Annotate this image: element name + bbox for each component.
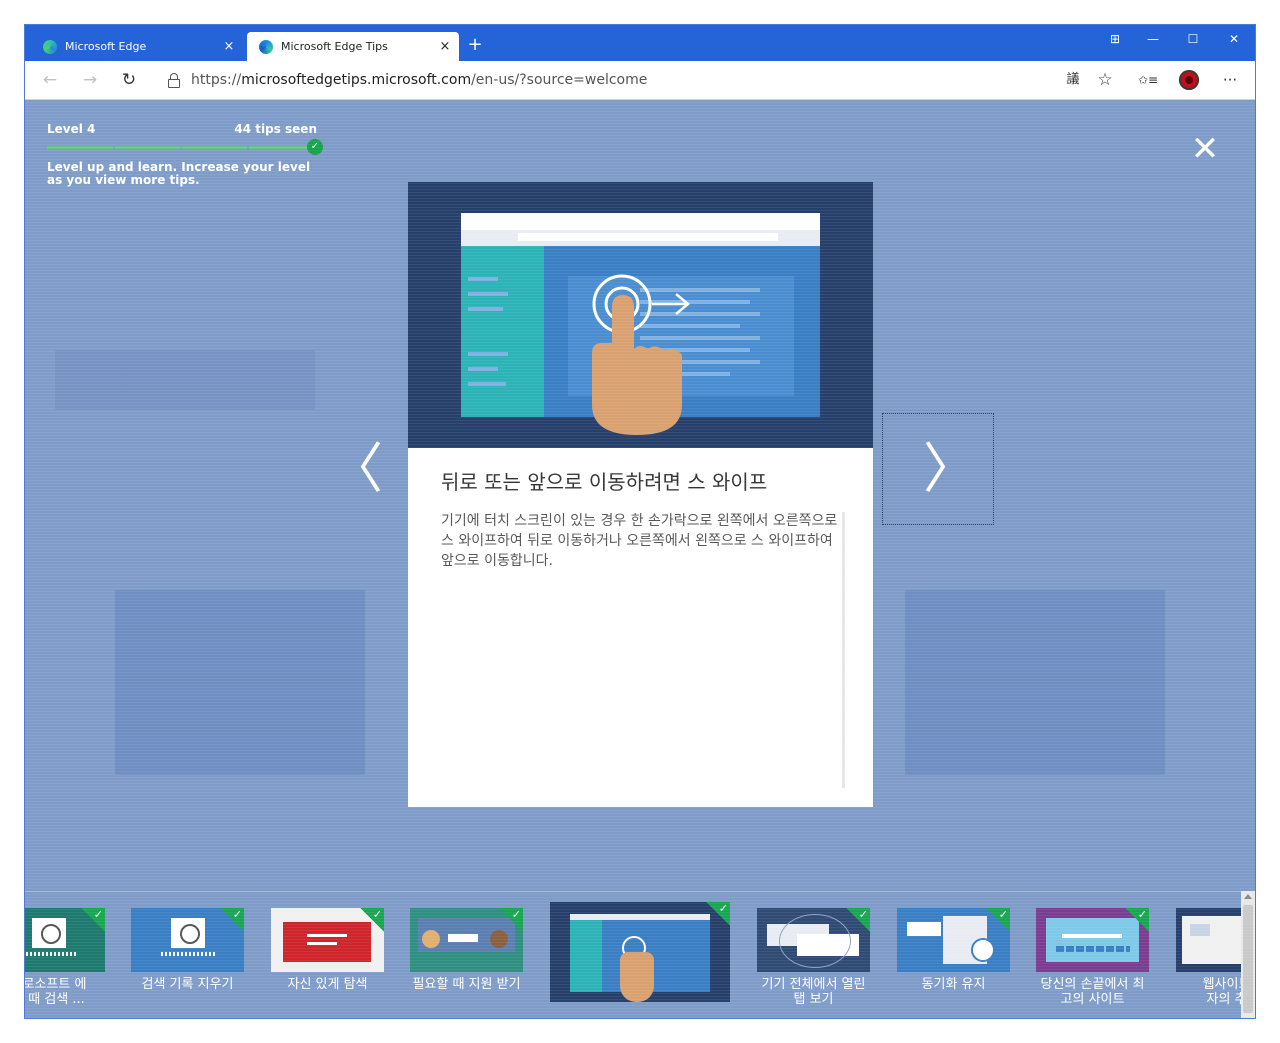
history-icon: ✓ bbox=[25, 908, 105, 972]
thumbnail-label: 기기 전체에서 열린 탭 보기 bbox=[761, 977, 866, 1007]
warning-page-icon: ✓ bbox=[271, 908, 384, 972]
thumbnail-label: 크로소프트 에 을 때 검색 ... bbox=[25, 977, 87, 1007]
scroll-up-icon[interactable] bbox=[1244, 894, 1252, 899]
thumbnail-label: 동기화 유지 bbox=[921, 977, 986, 992]
support-people-icon: ✓ bbox=[410, 908, 523, 972]
tip-title: 뒤로 또는 앞으로 이동하려면 스 와이프 bbox=[441, 470, 768, 494]
close-tips-button[interactable]: ✕ bbox=[1187, 132, 1223, 168]
thumbnail-search-edge[interactable]: ✓ 크로소프트 에 을 때 검색 ... bbox=[25, 908, 105, 1007]
edge-logo-icon bbox=[43, 39, 57, 54]
background-blur-block bbox=[55, 350, 315, 410]
thumbnail-get-support[interactable]: ✓ 필요할 때 지원 받기 bbox=[410, 908, 523, 992]
thumbnail-browse-confidently[interactable]: ✓ 자신 있게 탐색 bbox=[271, 908, 384, 992]
tab-microsoft-edge[interactable]: Microsoft Edge × bbox=[31, 32, 243, 61]
tips-seen-count: 44 tips seen bbox=[234, 122, 317, 136]
tip-card-body: 뒤로 또는 앞으로 이동하려면 스 와이프 기기에 터치 스크린이 있는 경우 … bbox=[408, 448, 873, 807]
read-aloud-icon[interactable]: 議 bbox=[1060, 69, 1086, 91]
back-button[interactable]: ← bbox=[38, 69, 62, 91]
thumbnail-label: 당신의 손끝에서 최 고의 사이트 bbox=[1040, 977, 1145, 1007]
thumbnail-stay-synced[interactable]: ✓ 동기화 유지 bbox=[897, 908, 1010, 992]
tab-actions-icon[interactable]: ⊞ bbox=[1095, 29, 1135, 49]
tip-description: 기기에 터치 스크린이 있는 경우 한 손가락으로 왼쪽에서 오른쪽으로 스 와… bbox=[441, 513, 838, 569]
refresh-button[interactable]: ↻ bbox=[117, 69, 141, 91]
close-tab-icon[interactable]: × bbox=[219, 39, 239, 54]
thumbnail-label: 자신 있게 탐색 bbox=[287, 977, 368, 992]
address-bar: ← → ↻ https://microsoftedgetips.microsof… bbox=[25, 61, 1255, 100]
tip-card: ✓ 뒤로 또는 앞으로 이동하려면 스 와이프 기기에 터치 스크린이 있는 경… bbox=[408, 182, 873, 807]
close-window-button[interactable]: ✕ bbox=[1214, 29, 1254, 49]
tab-title: Microsoft Edge Tips bbox=[281, 40, 388, 53]
check-icon: ✓ bbox=[307, 139, 323, 155]
title-bar: Microsoft Edge × Microsoft Edge Tips × +… bbox=[25, 25, 1255, 61]
thumbnail-clear-history[interactable]: ✓ 검색 기록 지우기 bbox=[131, 908, 244, 992]
url-domain: microsoftedgetips.microsoft.com bbox=[241, 72, 472, 88]
devices-tabs-icon: ✓ bbox=[757, 908, 870, 972]
level-progress-bar: ✓ bbox=[47, 139, 323, 155]
url-path: /en-us/?source=welcome bbox=[471, 72, 648, 88]
level-progress-panel: Level 4 44 tips seen ✓ Level up and lear… bbox=[47, 122, 323, 187]
favorites-list-icon[interactable]: ✩≡ bbox=[1135, 69, 1161, 91]
profile-avatar-icon[interactable] bbox=[1179, 70, 1199, 90]
tab-title: Microsoft Edge bbox=[65, 40, 147, 53]
thumbnail-open-tabs-devices[interactable]: ✓ 기기 전체에서 열린 탭 보기 bbox=[757, 908, 870, 1007]
close-tab-icon[interactable]: × bbox=[435, 39, 455, 54]
thumbnail-top-sites[interactable]: ✓ 당신의 손끝에서 최 고의 사이트 bbox=[1036, 908, 1149, 1007]
previous-tip-button[interactable]: 〈 bbox=[329, 442, 383, 496]
new-tab-button[interactable]: + bbox=[463, 34, 487, 55]
browser-window: Microsoft Edge × Microsoft Edge Tips × +… bbox=[25, 25, 1255, 1018]
tip-illustration bbox=[408, 182, 873, 448]
level-label: Level 4 bbox=[47, 122, 96, 136]
sync-icon: ✓ bbox=[897, 908, 1010, 972]
lock-icon bbox=[167, 73, 181, 88]
tip-scrollbar[interactable] bbox=[842, 512, 845, 788]
maximize-button[interactable]: ☐ bbox=[1173, 29, 1213, 49]
url-scheme: https:// bbox=[191, 72, 242, 88]
next-tip-button[interactable]: 〉 bbox=[923, 442, 977, 496]
background-blur-block bbox=[905, 590, 1165, 775]
scrollbar-thumb[interactable] bbox=[1243, 905, 1253, 1013]
url-field[interactable]: https://microsoftedgetips.microsoft.com /… bbox=[155, 66, 1055, 94]
more-menu-icon[interactable]: ··· bbox=[1217, 69, 1243, 91]
edge-logo-icon bbox=[259, 39, 273, 54]
thumbnail-swipe-navigation-selected[interactable]: ✓ bbox=[550, 902, 730, 1007]
level-description: Level up and learn. Increase your level … bbox=[47, 160, 311, 187]
thumbnail-label: 검색 기록 지우기 bbox=[141, 977, 234, 992]
tips-overlay: Level 4 44 tips seen ✓ Level up and lear… bbox=[25, 100, 1255, 1018]
vertical-scrollbar[interactable] bbox=[1241, 891, 1255, 1018]
minimize-button[interactable]: — bbox=[1133, 29, 1173, 49]
tab-microsoft-edge-tips[interactable]: Microsoft Edge Tips × bbox=[247, 32, 459, 61]
favorite-star-icon[interactable]: ☆ bbox=[1092, 69, 1118, 91]
swipe-illustration-icon bbox=[461, 213, 820, 435]
thumbnail-label: 필요할 때 지원 받기 bbox=[412, 977, 521, 992]
forward-button[interactable]: → bbox=[78, 69, 102, 91]
history-icon: ✓ bbox=[131, 908, 244, 972]
swipe-hand-icon: ✓ bbox=[550, 902, 730, 1002]
top-sites-icon: ✓ bbox=[1036, 908, 1149, 972]
background-blur-block bbox=[115, 590, 365, 775]
